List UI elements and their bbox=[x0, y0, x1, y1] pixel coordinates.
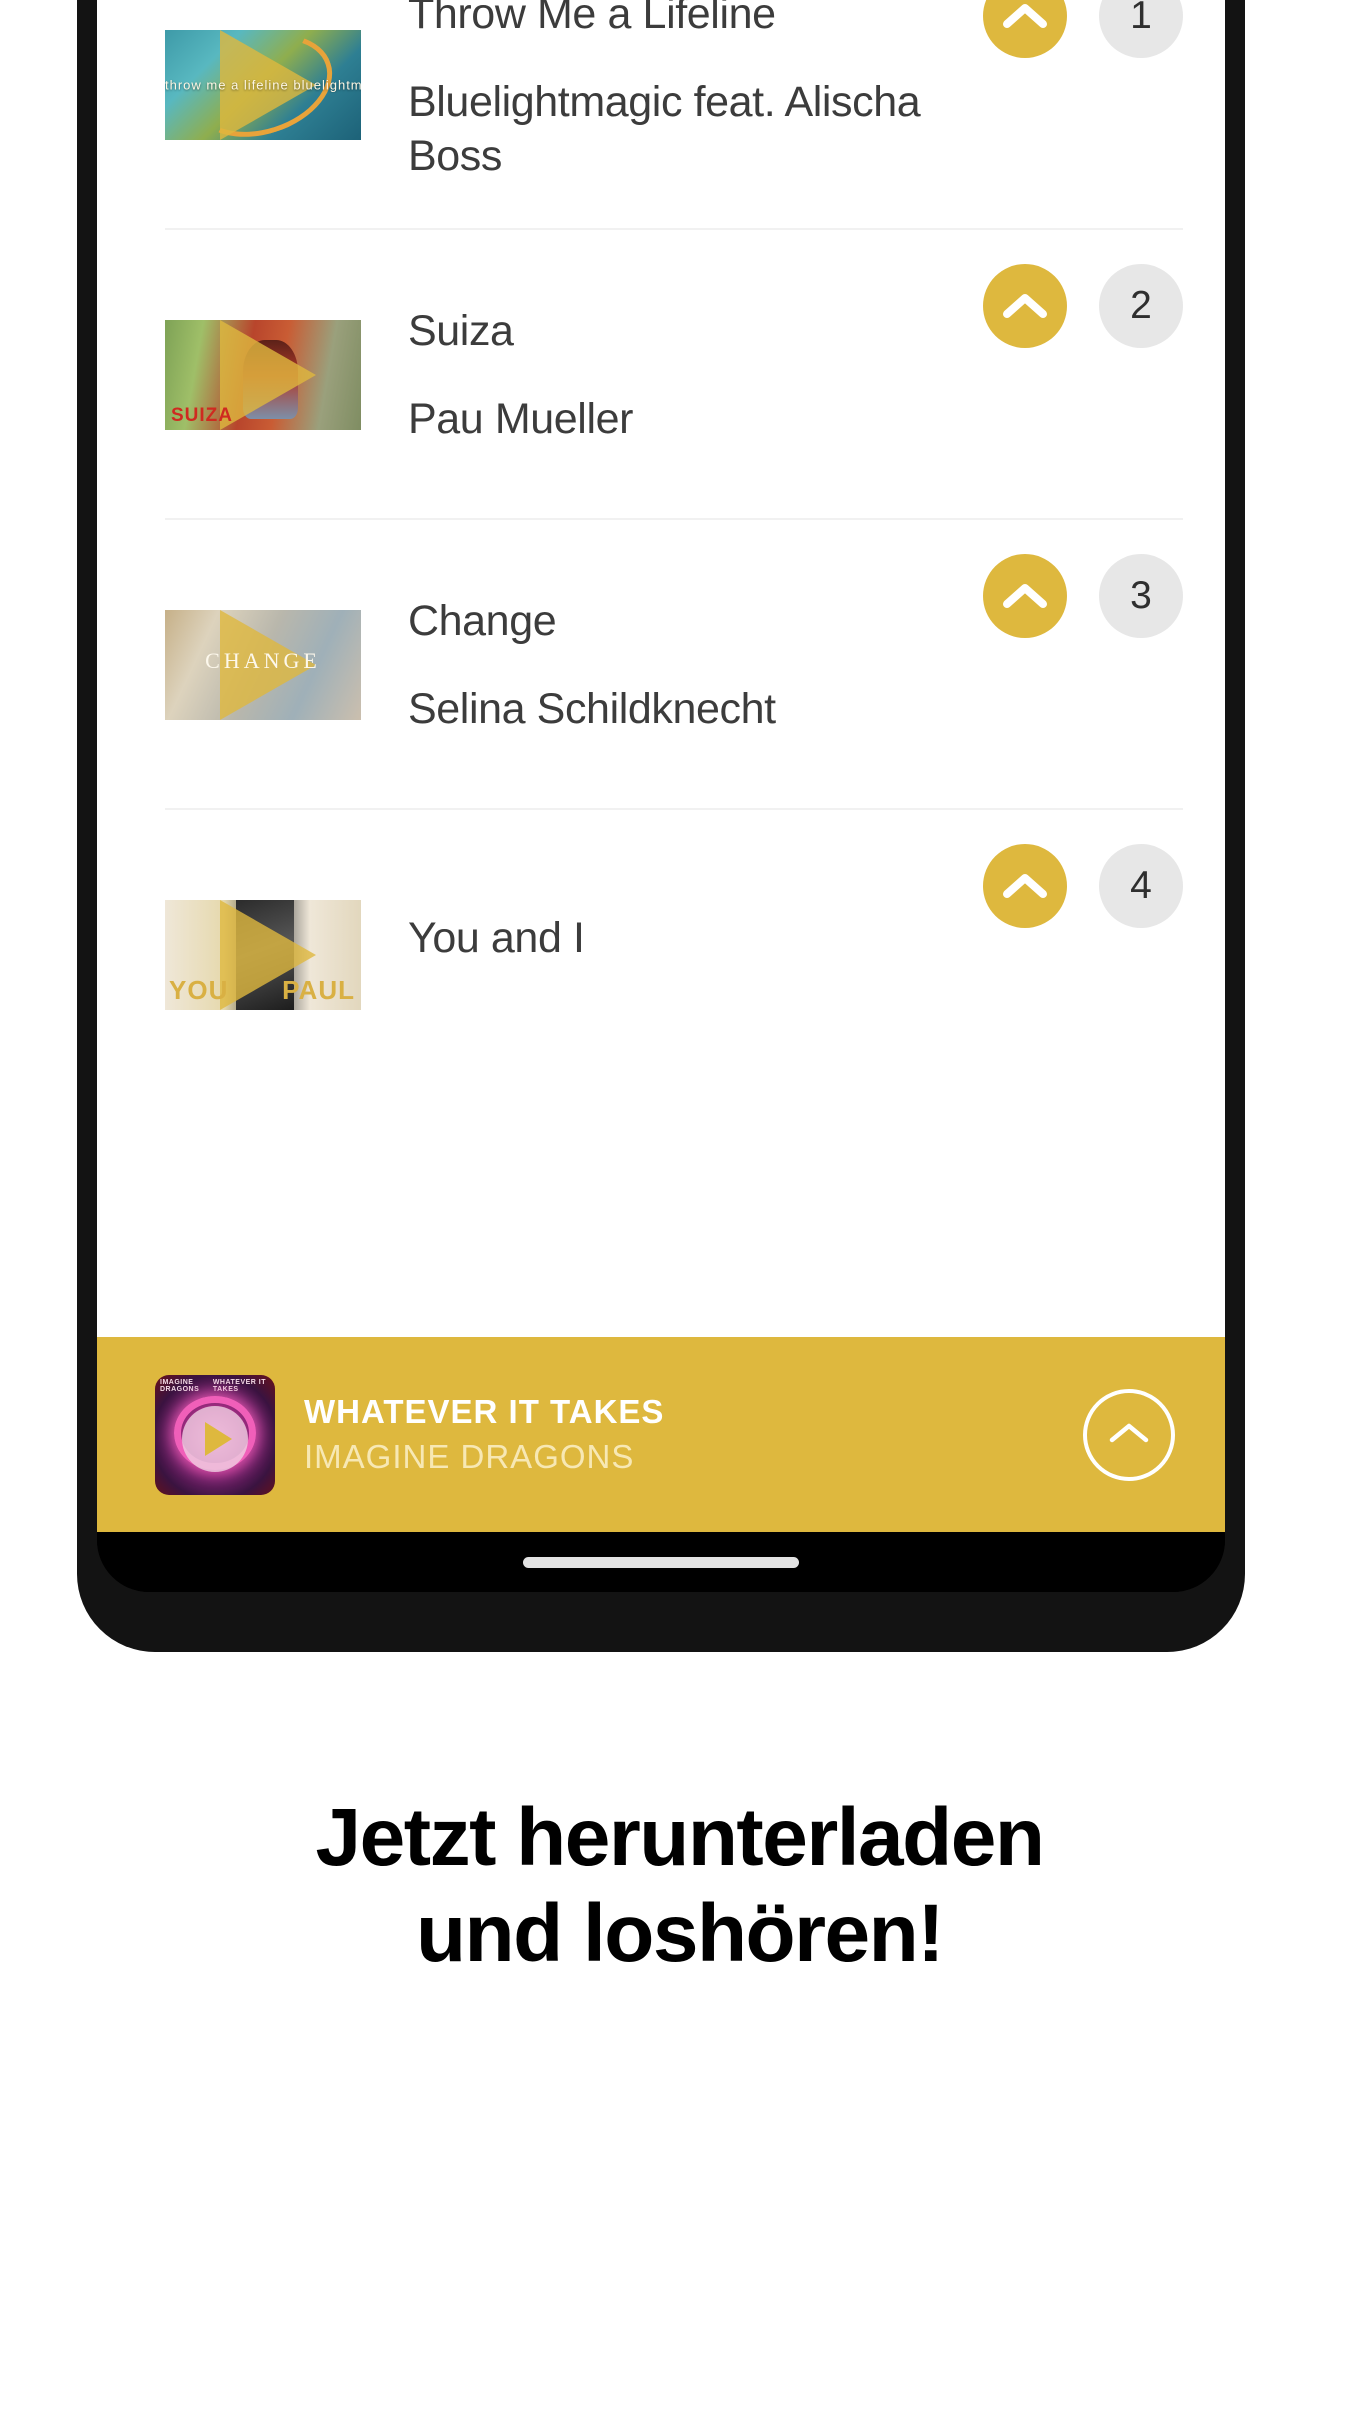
song-artist: Bluelightmagic feat. Alischa Boss bbox=[408, 77, 921, 181]
phone-frame: throw me a lifeline bluelightmagic feat.… bbox=[77, 0, 1245, 1652]
phone-screen: throw me a lifeline bluelightmagic feat.… bbox=[97, 0, 1225, 1592]
artwork-header-left: IMAGINE DRAGONS bbox=[160, 1378, 200, 1393]
now-playing-bar[interactable]: IMAGINE DRAGONS WHATEVER IT TAKES WHATEV… bbox=[97, 1337, 1225, 1532]
page-root: throw me a lifeline bluelightmagic feat.… bbox=[0, 0, 1359, 2415]
album-art-suiza: SUIZA bbox=[165, 320, 361, 430]
song-actions: 2 bbox=[983, 264, 1183, 348]
home-indicator[interactable] bbox=[523, 1556, 799, 1568]
song-text-block: Suiza Pau Mueller bbox=[361, 304, 983, 446]
song-text-block: Change Selina Schildknecht bbox=[361, 594, 983, 736]
now-playing-artist: IMAGINE DRAGONS bbox=[304, 1437, 635, 1475]
now-playing-title: WHATEVER IT TAKES bbox=[304, 1393, 665, 1431]
song-chart-list: throw me a lifeline bluelightmagic feat.… bbox=[97, 0, 1225, 1100]
song-text-block: You and I bbox=[361, 911, 983, 999]
rank-badge: 1 bbox=[1099, 0, 1183, 58]
home-indicator-area bbox=[97, 1532, 1225, 1592]
song-actions: 1 bbox=[983, 0, 1183, 58]
song-list-item[interactable]: SUIZA Suiza Pau Mueller 2 bbox=[97, 230, 1225, 520]
song-actions: 4 bbox=[983, 844, 1183, 928]
rank-badge: 2 bbox=[1099, 264, 1183, 348]
song-title: Change bbox=[408, 596, 557, 645]
album-art-caption: throw me a lifeline bluelightmagic feat.… bbox=[165, 77, 361, 93]
promo-heading-line-1: Jetzt herunterladen bbox=[315, 1792, 1045, 1883]
song-list-item[interactable]: throw me a lifeline bluelightmagic feat.… bbox=[97, 0, 1225, 230]
album-art-caption: CHANGE bbox=[205, 647, 321, 673]
chevron-up-icon bbox=[1107, 1419, 1151, 1450]
play-icon[interactable] bbox=[182, 1406, 248, 1473]
now-playing-artwork[interactable]: IMAGINE DRAGONS WHATEVER IT TAKES bbox=[155, 1374, 275, 1495]
album-art-you-and-i: YOU PAUL bbox=[165, 900, 361, 1010]
now-playing-meta: WHATEVER IT TAKES IMAGINE DRAGONS bbox=[275, 1393, 1083, 1476]
vote-button[interactable] bbox=[983, 554, 1067, 638]
album-art-change: CHANGE bbox=[165, 610, 361, 720]
vote-button[interactable] bbox=[983, 844, 1067, 928]
chevron-up-icon bbox=[1003, 871, 1047, 901]
promo-heading: Jetzt herunterladen und loshören! bbox=[0, 1790, 1359, 1982]
song-list-item[interactable]: YOU PAUL You and I 4 bbox=[97, 810, 1225, 1100]
song-list-item[interactable]: CHANGE Change Selina Schildknecht 3 bbox=[97, 520, 1225, 810]
song-actions: 3 bbox=[983, 554, 1183, 638]
song-title: Throw Me a Lifeline bbox=[408, 0, 776, 38]
song-title: Suiza bbox=[408, 306, 514, 355]
rank-badge: 3 bbox=[1099, 554, 1183, 638]
chevron-up-icon bbox=[1003, 1, 1047, 31]
song-artist: Selina Schildknecht bbox=[408, 685, 776, 733]
chevron-up-icon bbox=[1003, 581, 1047, 611]
vote-button[interactable] bbox=[983, 264, 1067, 348]
app-surface: throw me a lifeline bluelightmagic feat.… bbox=[97, 0, 1225, 1532]
promo-heading-line-2: und loshören! bbox=[415, 1887, 945, 1979]
song-text-block: Throw Me a Lifeline Bluelightmagic feat.… bbox=[361, 0, 983, 183]
song-title: You and I bbox=[408, 913, 585, 962]
song-artist: Pau Mueller bbox=[408, 395, 634, 443]
rank-badge: 4 bbox=[1099, 844, 1183, 928]
vote-button[interactable] bbox=[983, 0, 1067, 58]
artwork-header-right: WHATEVER IT TAKES bbox=[212, 1378, 267, 1393]
album-art-throw-me-a-lifeline: throw me a lifeline bluelightmagic feat.… bbox=[165, 30, 361, 140]
expand-player-button[interactable] bbox=[1083, 1388, 1175, 1481]
chevron-up-icon bbox=[1003, 291, 1047, 321]
album-art-caption: SUIZA bbox=[171, 405, 233, 426]
